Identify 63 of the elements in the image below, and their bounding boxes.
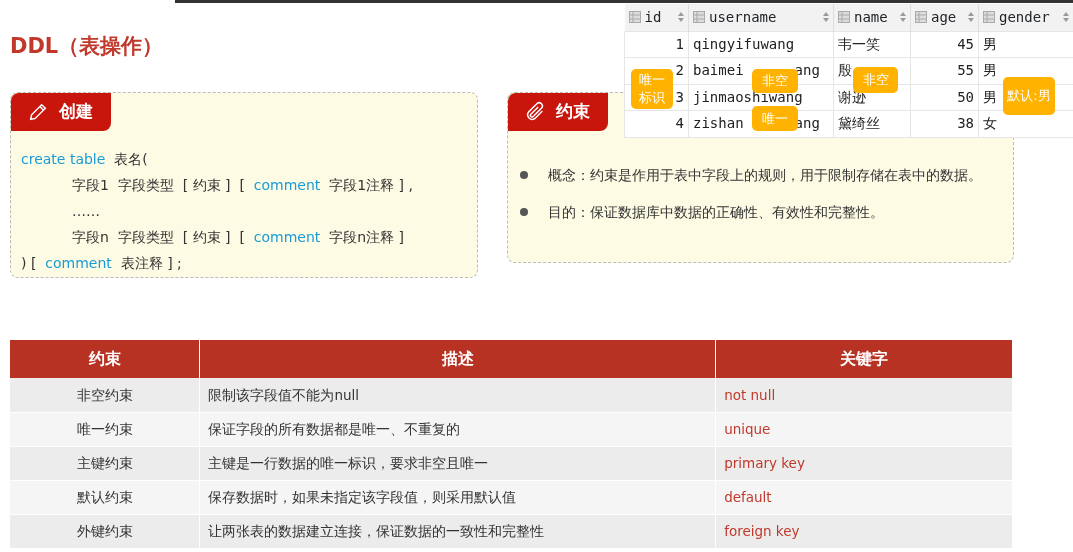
card-header: 约束 bbox=[508, 93, 608, 131]
bullet-icon bbox=[520, 208, 528, 217]
paperclip-icon bbox=[524, 101, 546, 123]
column-icon bbox=[628, 11, 641, 24]
column-icon bbox=[693, 11, 705, 24]
cell-text: baimei bbox=[693, 62, 744, 79]
cell-text: 1 bbox=[675, 35, 684, 52]
card-header: 创建 bbox=[11, 93, 111, 131]
column-header: 描述 bbox=[199, 340, 716, 378]
bullet-text: 概念：约束是作用于表中字段上的规则，用于限制存储在表中的数据。 bbox=[548, 166, 982, 185]
cell-text: 38 bbox=[957, 115, 974, 132]
bullet-text: 目的：保证数据库中数据的正确性、有效性和完整性。 bbox=[548, 203, 884, 223]
cell-text: 殷 bbox=[838, 62, 852, 79]
annotation-tag: 唯一标识 bbox=[631, 69, 673, 109]
table-cell: foreign key bbox=[715, 514, 1013, 548]
cell-text: qingyifuwang bbox=[693, 35, 795, 52]
cell-text: 男 bbox=[983, 62, 997, 79]
sort-icon[interactable] bbox=[1063, 12, 1069, 23]
table-cell: primary key bbox=[715, 446, 1013, 480]
annotation-tag: 默认:男 bbox=[1003, 77, 1055, 115]
column-header: 关键字 bbox=[715, 340, 1013, 378]
column-icon bbox=[983, 11, 995, 24]
table-cell: 非空约束 bbox=[10, 378, 200, 412]
table-cell: 默认约束 bbox=[10, 480, 200, 514]
table-cell: 外键约束 bbox=[10, 514, 200, 548]
table-cell: default bbox=[715, 480, 1013, 514]
cell-text: 女 bbox=[983, 115, 997, 132]
column-header: 约束 bbox=[10, 340, 200, 378]
sort-icon[interactable] bbox=[900, 12, 906, 23]
table-cell: 主键约束 bbox=[10, 446, 200, 480]
table-cell: 保证字段的所有数据都是唯一、不重复的 bbox=[199, 412, 716, 446]
code-line: …… bbox=[71, 202, 101, 221]
cell-text: 男 bbox=[983, 35, 997, 52]
table-cell: 让两张表的数据建立连接，保证数据的一致性和完整性 bbox=[199, 514, 716, 548]
cell-text: zishan bbox=[693, 115, 744, 132]
column-icon bbox=[838, 11, 850, 24]
slide-title: DDL（表操作） bbox=[10, 34, 164, 60]
column-icon bbox=[915, 11, 927, 24]
annotation-tag: 唯一 bbox=[752, 106, 798, 131]
code-line: 字段n 字段类型 [ 约束 ] [ comment 字段n注释 ] bbox=[71, 228, 405, 247]
cell-text: 50 bbox=[957, 88, 974, 105]
cell-text: 韦一笑 bbox=[838, 35, 880, 52]
cell-text: 2 bbox=[675, 62, 684, 79]
table-cell: unique bbox=[715, 412, 1013, 446]
table-cell: 保存数据时，如果未指定该字段值，则采用默认值 bbox=[199, 480, 716, 514]
cell-text: 55 bbox=[957, 62, 974, 79]
bullet-icon bbox=[520, 171, 528, 180]
cell-text: 男 bbox=[983, 88, 997, 105]
code-line: ) [ comment 表注释 ] ; bbox=[21, 254, 183, 273]
cell-text: 45 bbox=[957, 35, 974, 52]
cell-text: 黛绮丝 bbox=[838, 115, 880, 132]
sort-icon[interactable] bbox=[968, 12, 974, 23]
code-line: 字段1 字段类型 [ 约束 ] [ comment 字段1注释 ] , bbox=[71, 176, 414, 195]
cell-text: 3 bbox=[675, 88, 684, 105]
code-line: create table 表名( bbox=[21, 150, 149, 169]
sort-icon[interactable] bbox=[823, 12, 829, 23]
table-cell: not null bbox=[715, 378, 1013, 412]
table-cell: 主键是一行数据的唯一标识，要求非空且唯一 bbox=[199, 446, 716, 480]
pencil-icon bbox=[27, 101, 49, 123]
cell-text: 4 bbox=[675, 115, 684, 132]
table-cell: 限制该字段值不能为null bbox=[199, 378, 716, 412]
sort-icon[interactable] bbox=[678, 12, 684, 23]
table-cell: 唯一约束 bbox=[10, 412, 200, 446]
